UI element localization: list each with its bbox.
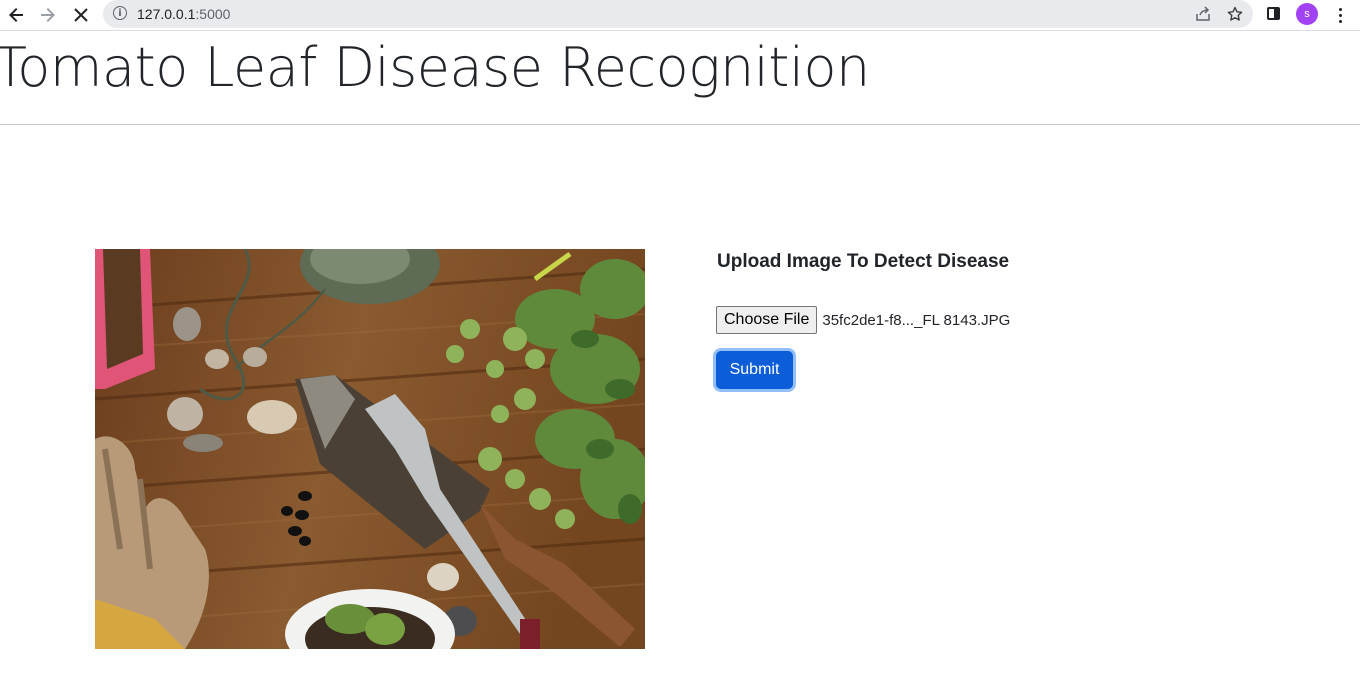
- info-icon[interactable]: i: [113, 6, 127, 20]
- star-icon[interactable]: [1225, 4, 1245, 24]
- stop-icon[interactable]: [69, 3, 93, 27]
- title-divider: [0, 124, 1360, 125]
- selected-file-name: 35fc2de1-f8..._FL 8143.JPG: [822, 311, 1011, 329]
- browser-toolbar: i 127.0.0.1:5000 s: [0, 0, 1360, 31]
- upload-heading: Upload Image To Detect Disease: [717, 251, 1010, 272]
- share-icon[interactable]: [1193, 4, 1213, 24]
- side-panel-icon[interactable]: [1267, 7, 1280, 20]
- url-host: 127.0.0.1: [137, 6, 196, 22]
- choose-file-button[interactable]: Choose File: [716, 306, 818, 334]
- page-title: Tomato Leaf Disease Recognition: [0, 36, 870, 99]
- forward-icon[interactable]: [36, 3, 60, 27]
- garden-tools-image: [95, 249, 645, 649]
- address-bar[interactable]: i 127.0.0.1:5000: [103, 0, 1253, 28]
- avatar[interactable]: s: [1296, 3, 1318, 25]
- url-port: :5000: [195, 6, 231, 22]
- url-text[interactable]: 127.0.0.1:5000: [137, 6, 230, 22]
- submit-button[interactable]: Submit: [716, 351, 793, 389]
- file-input[interactable]: Choose File 35fc2de1-f8..._FL 8143.JPG: [716, 306, 1010, 334]
- back-icon[interactable]: [4, 3, 28, 27]
- more-icon[interactable]: [1330, 4, 1350, 26]
